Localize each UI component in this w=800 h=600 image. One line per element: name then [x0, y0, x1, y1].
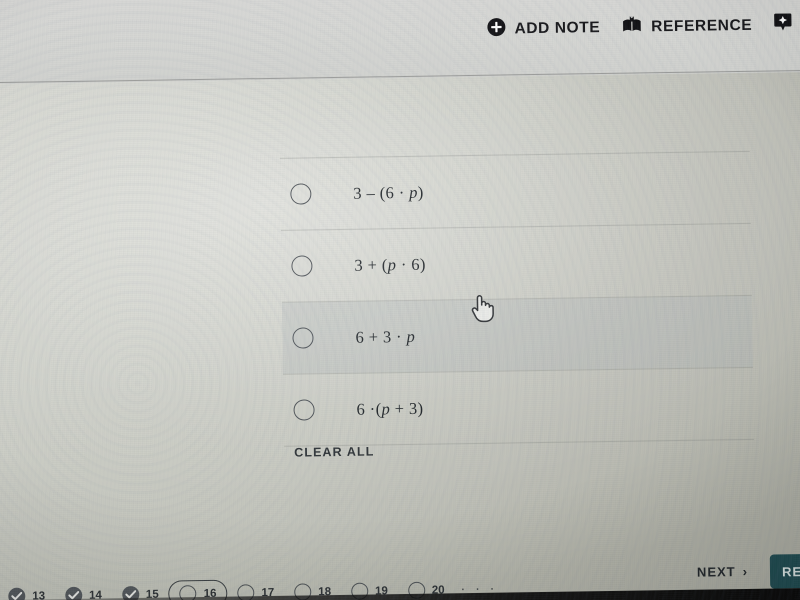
flag-question-icon — [774, 12, 792, 37]
review-button[interactable]: RE — [769, 553, 800, 589]
answer-option-d[interactable]: 6 ·(p + 3) — [283, 368, 754, 446]
answered-check-icon — [8, 587, 26, 600]
review-label: RE — [781, 563, 800, 579]
answer-option-b[interactable]: 3 + (p · 6) — [281, 224, 752, 302]
radio-button-d[interactable] — [293, 399, 315, 421]
photo-of-screen: ADD NOTE REFERENCE 3 – (6 · p) 3 + (p · … — [0, 0, 800, 600]
answer-option-c-label: 6 + 3 · p — [355, 326, 416, 347]
radio-button-c[interactable] — [292, 327, 314, 349]
answer-option-b-label: 3 + (p · 6) — [354, 254, 427, 275]
question-nav-item-14[interactable]: 14 — [55, 582, 112, 600]
question-nav-item-13[interactable]: 13 — [0, 583, 55, 600]
flag-question-button[interactable]: Q — [774, 12, 800, 38]
add-note-label: ADD NOTE — [514, 18, 601, 37]
toolbar-items: ADD NOTE REFERENCE — [486, 12, 800, 42]
add-note-icon — [486, 17, 505, 41]
add-note-button[interactable]: ADD NOTE — [486, 16, 600, 42]
answer-option-c[interactable]: 6 + 3 · p — [281, 295, 753, 374]
chevron-right-icon: › — [742, 563, 749, 580]
radio-button-a[interactable] — [290, 183, 312, 205]
reference-label: REFERENCE — [651, 16, 753, 35]
reference-book-icon — [622, 15, 642, 39]
answer-option-d-label: 6 ·(p + 3) — [356, 398, 424, 419]
answer-option-a[interactable]: 3 – (6 · p) — [280, 152, 751, 230]
answer-option-a-label: 3 – (6 · p) — [353, 182, 424, 203]
next-label: NEXT — [696, 564, 736, 580]
test-application-screen: ADD NOTE REFERENCE 3 – (6 · p) 3 + (p · … — [0, 0, 800, 600]
top-toolbar: ADD NOTE REFERENCE — [0, 0, 800, 85]
answer-options-list: 3 – (6 · p) 3 + (p · 6) 6 + 3 · p 6 ·(p … — [279, 150, 755, 447]
radio-button-b[interactable] — [291, 255, 313, 277]
next-question-button[interactable]: NEXT › — [697, 564, 748, 580]
clear-all-button[interactable]: CLEAR ALL — [294, 444, 374, 459]
reference-button[interactable]: REFERENCE — [622, 13, 752, 39]
